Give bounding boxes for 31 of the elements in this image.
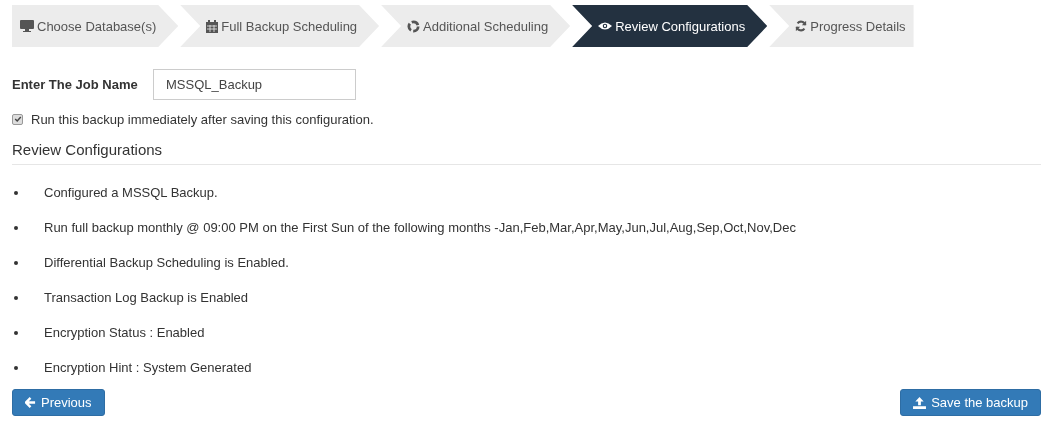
recycle-icon <box>407 19 421 33</box>
save-button[interactable]: Save the backup <box>900 389 1041 416</box>
summary-item: Run full backup monthly @ 09:00 PM on the First Sun of the following months -Jan,Feb,Mar,Apr,May,Jun,Jul,Aug,Sep,Oct,Nov,Dec <box>44 220 796 235</box>
summary-item: Differential Backup Scheduling is Enabled. <box>44 255 289 270</box>
bullet-icon <box>14 365 18 370</box>
bullet-icon <box>14 260 18 265</box>
bullet-icon <box>14 190 18 195</box>
wizard-step[interactable]: Progress Details <box>769 5 914 47</box>
section-heading: Review Configurations <box>12 141 1041 165</box>
arrow-left-icon <box>25 397 36 408</box>
eye-icon <box>598 21 613 31</box>
refresh-icon <box>795 20 808 32</box>
summary-item: Transaction Log Backup is Enabled <box>44 290 249 305</box>
monitor-icon <box>20 20 34 32</box>
bullet-icon <box>14 225 18 230</box>
summary-item: Encryption Status : Enabled <box>44 325 205 340</box>
field-label: Enter The Job Name <box>12 77 139 92</box>
wizard-step[interactable]: Review Configurations <box>572 5 768 47</box>
previous-button[interactable]: Previous <box>12 389 105 416</box>
wizard-step[interactable]: Choose Database(s) <box>12 5 179 47</box>
wizard-step[interactable]: Full Backup Scheduling <box>180 5 380 47</box>
checkbox-label: Run this backup immediately after saving this configuration. <box>31 111 374 127</box>
wizard-step[interactable]: Additional Scheduling <box>381 5 571 47</box>
bullet-icon <box>14 295 18 300</box>
summary-item: Configured a MSSQL Backup. <box>44 185 218 200</box>
input-field[interactable]: MSSQL_Backup <box>153 69 356 100</box>
calendar-icon <box>206 19 219 33</box>
summary-item: Encryption Hint : System Generated <box>44 360 252 375</box>
checkbox[interactable] <box>12 113 23 125</box>
bullet-icon <box>14 330 18 335</box>
upload-icon <box>913 396 927 409</box>
